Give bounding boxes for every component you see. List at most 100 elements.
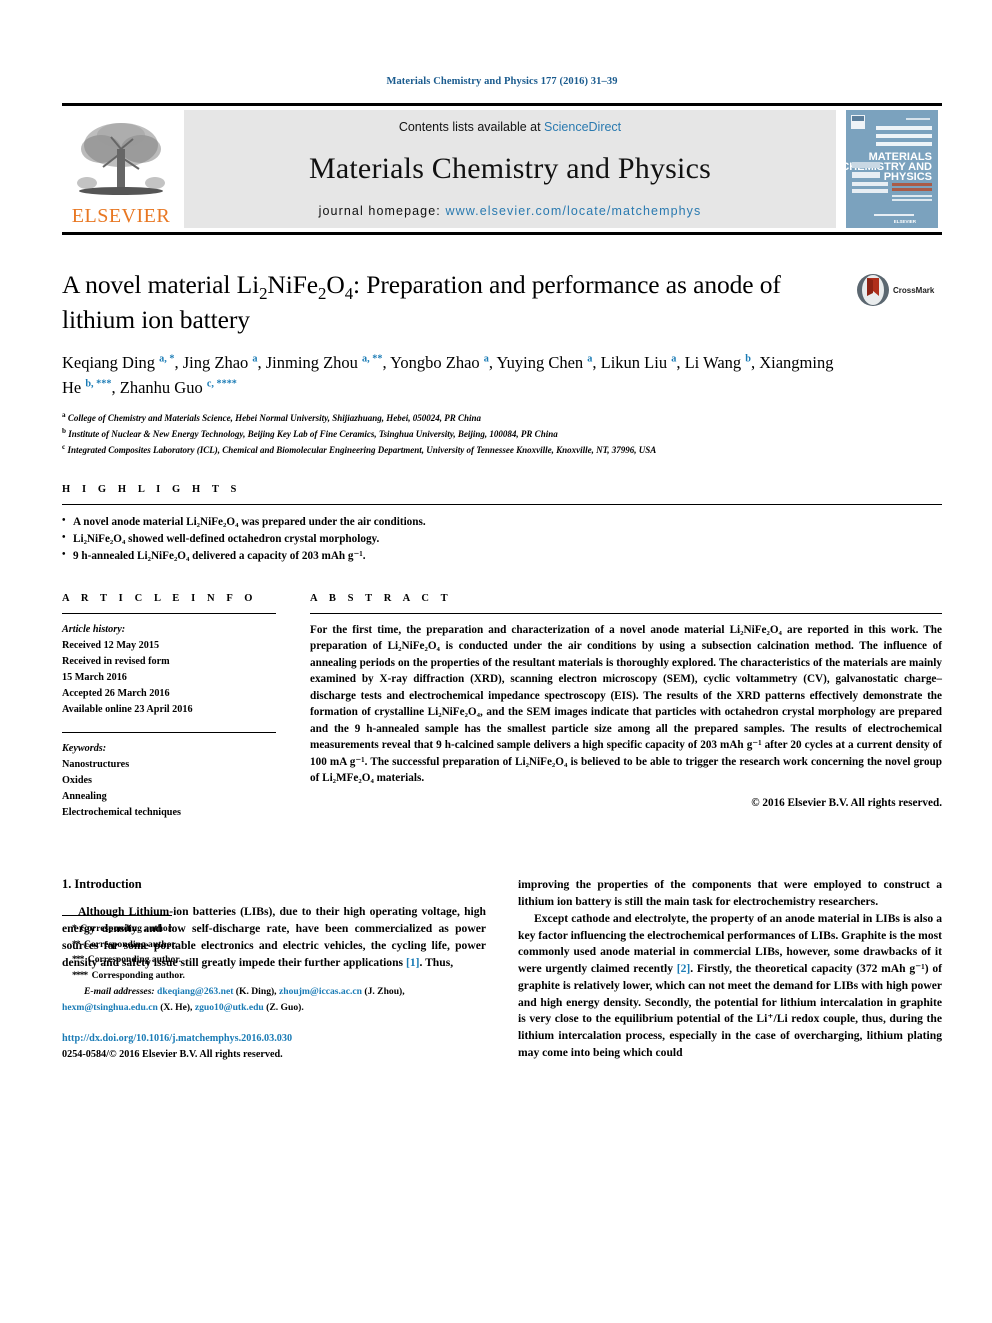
page-title: A novel material Li2NiFe2O4: Preparation… [62,269,856,337]
author-name: Keqiang Ding [62,352,160,372]
abstract-text: For the first time, the preparation and … [310,623,942,784]
footnote-star-marker: * [72,923,78,935]
highlights-heading: H I G H L I G H T S [62,483,241,495]
title-seg-3: O [326,270,345,299]
author-separator: , [488,352,497,372]
footnotes-block: * Corresponding author. ** Corresponding … [62,915,486,1062]
corresponding-author-note: ** Corresponding author. [62,937,486,953]
author-name: Li Wang [684,352,746,372]
masthead-center-panel: Contents lists available at ScienceDirec… [184,110,836,228]
email-addresses-label: E-mail addresses: [84,986,155,998]
author-separator: , [382,352,391,372]
author-separator: , [750,352,760,372]
email-link[interactable]: zguo10@utk.edu [195,1002,264,1013]
keyword-item: Nanostructures [62,758,130,770]
footnote-star-marker: *** [72,954,85,966]
author-separator: , [111,377,120,397]
author-separator: , [174,352,183,372]
keyword-item: Oxides [62,774,93,786]
affiliation-text: Institute of Nuclear & New Energy Techno… [66,429,558,440]
affiliation-line: c Integrated Composites Laboratory (ICL)… [62,442,942,458]
info-abstract-section: A R T I C L E I N F O Article history: R… [62,593,942,821]
doi-link[interactable]: http://dx.doi.org/10.1016/j.matchemphys.… [62,1031,486,1046]
contents-available-line: Contents lists available at ScienceDirec… [399,120,621,134]
abstract-copyright: © 2016 Elsevier B.V. All rights reserved… [751,797,942,810]
corresponding-author-note: *** Corresponding author. [62,952,486,968]
article-history-line: 15 March 2016 [62,672,127,684]
email-owner: (K. Ding), [233,986,279,998]
sciencedirect-link[interactable]: ScienceDirect [544,120,621,134]
email-link[interactable]: hexm@tsinghua.edu.cn [62,1002,158,1013]
footnote-star-marker: **** [72,969,89,981]
email-addresses-line: E-mail addresses: dkeqiang@263.net (K. D… [62,984,486,1015]
intro-paragraph-right-2: Except cathode and electrolyte, the prop… [518,911,942,1062]
corresponding-author-text: Corresponding author. [80,923,174,935]
svg-text:PHYSICS: PHYSICS [884,171,932,183]
title-sub-3: 4 [344,284,354,304]
homepage-prefix: journal homepage: [318,204,446,218]
issn-copyright-line: 0254-0584/© 2016 Elsevier B.V. All right… [62,1048,283,1060]
corresponding-author-text: Corresponding author. [91,969,185,981]
crossmark-badge[interactable]: CrossMark [856,269,942,307]
email-owner: (X. He), [157,1001,195,1013]
abstract-column: A B S T R A C T For the first time, the … [310,593,942,821]
body-column-left: 1. Introduction Although Lithium-ion bat… [62,877,486,1062]
journal-title: Materials Chemistry and Physics [309,152,711,185]
journal-homepage-line: journal homepage: www.elsevier.com/locat… [319,204,702,218]
keywords-block: Keywords: Nanostructures Oxides Annealing E… [62,733,276,822]
author-affiliation-marker: c, **** [206,378,237,390]
paper-page: Materials Chemistry and Physics 177 (201… [0,0,992,1323]
keyword-item: Electrochemical techniques [62,807,181,818]
intro-paragraph-right-1: improving the properties of the componen… [518,878,942,908]
author-list: Keqiang Ding a, *, Jing Zhao a, Jinming … [62,351,852,401]
article-history-line: Received 12 May 2015 [62,640,160,652]
article-info-heading: A R T I C L E I N F O [62,592,258,604]
author-name: Yongbo Zhao [390,352,484,372]
keyword-lines: Nanostructures Oxides Annealing Electrochem… [62,757,276,821]
affiliation-text: Integrated Composites Laboratory (ICL), … [65,445,657,456]
email-owner: (Z. Guo). [263,1001,304,1013]
highlight-item: 9 h-annealed Li₂NiFe₂O₄ delivered a capa… [62,547,942,565]
crossmark-label: CrossMark [893,285,935,295]
author-name: Zhanhu Guo [119,377,207,397]
author-name: Yuying Chen [496,352,588,372]
highlights-section: H I G H L I G H T S A novel anode materi… [62,484,942,565]
elsevier-tree-icon [77,123,165,195]
footnote-star-marker: ** [72,938,81,950]
section-heading-introduction: 1. Introduction [62,877,142,892]
author-affiliation-marker: a, * [159,353,175,365]
author-affiliation-marker: a, ** [362,353,383,365]
citation-ref-2[interactable]: [2] [677,962,691,975]
body-column-right: improving the properties of the componen… [518,877,942,1062]
email-link[interactable]: zhoujm@iccas.ac.cn [279,986,362,997]
author-affiliation-marker: b, *** [85,378,112,390]
affiliation-list: a College of Chemistry and Materials Sci… [62,410,942,458]
article-history-lines: Received 12 May 2015 Received in revised … [62,638,276,719]
email-link[interactable]: dkeqiang@263.net [157,986,233,997]
highlights-items: A novel anode material Li₂NiFe₂O₄ was pr… [62,505,942,565]
highlight-item: A novel anode material Li₂NiFe₂O₄ was pr… [62,513,942,531]
corresponding-author-note: **** Corresponding author. [62,968,486,984]
author-separator: , [592,352,601,372]
footnote-rule [62,915,172,917]
running-head: Materials Chemistry and Physics 177 (201… [386,76,618,87]
keywords-label: Keywords: [62,742,107,754]
doi-block: http://dx.doi.org/10.1016/j.matchemphys.… [62,1031,486,1062]
elsevier-logo: ELSEVIER [62,110,180,228]
title-seg-1: A novel material Li [62,270,260,299]
author-separator: , [676,352,685,372]
corresponding-author-text: Corresponding author. [84,938,178,950]
author-name: Jinming Zhou [265,352,363,372]
affiliation-text: College of Chemistry and Materials Scien… [65,413,482,424]
keyword-item: Annealing [62,790,107,802]
email-owner: (J. Zhou), [361,986,405,998]
affiliation-line: b Institute of Nuclear & New Energy Tech… [62,426,942,442]
article-history-block: Article history: Received 12 May 2015 Rec… [62,614,276,719]
article-info-column: A R T I C L E I N F O Article history: R… [62,593,310,821]
contents-prefix: Contents lists available at [398,120,545,134]
article-history-line: Received in revised form [62,656,170,668]
article-history-line: Accepted 26 March 2016 [62,688,170,700]
author-name: Likun Liu [600,352,672,372]
homepage-url-link[interactable]: www.elsevier.com/locate/matchemphys [445,204,701,218]
corresponding-author-note: * Corresponding author. [62,921,486,937]
